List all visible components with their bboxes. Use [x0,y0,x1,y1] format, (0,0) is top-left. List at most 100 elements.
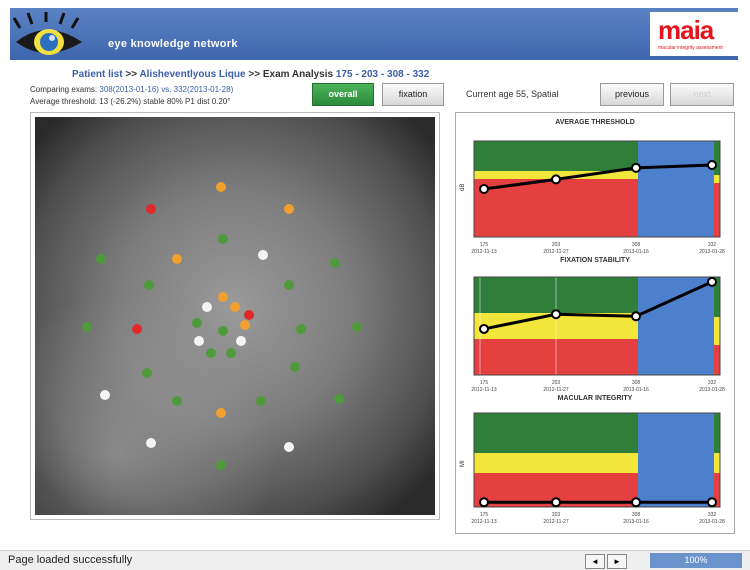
series-point [707,276,717,287]
avg-threshold-chart: dB 1752012-11-132032012-11-273082013-01-… [460,140,725,255]
stimulus-point [218,234,228,244]
brand-name: maia [658,15,714,45]
tick-label: 308 [632,242,641,248]
series-point [707,497,717,508]
brand-sub: macular integrity assessment [658,45,723,51]
date-label: 2013-01-28 [699,249,725,255]
breadcrumb-exam-analysis: Exam Analysis [262,69,334,80]
breadcrumb-patient-list[interactable]: Patient list [72,69,123,80]
previous-button[interactable]: previous [600,83,664,106]
series-point [631,311,641,322]
stimulus-point [194,336,204,346]
stimulus-point [256,396,266,406]
comparing-label: Comparing exams: [30,85,98,94]
current-age: Current age 55, Spatial [466,89,559,99]
date-label: 2012-11-27 [543,249,568,255]
eye-logo-icon [12,12,82,55]
breadcrumb: Patient list >> Alisheventlyous Lique >>… [72,69,429,80]
stimulus-point [284,442,294,452]
series-point [479,184,489,194]
stimulus-point [142,368,152,378]
stimulus-point [218,326,228,336]
avg-threshold-title: AVERAGE THRESHOLD [555,119,635,126]
date-label: 2012-11-27 [543,387,568,393]
comparing-info: Comparing exams: 308(2013-01-16) vs. 332… [30,85,233,94]
series-point [479,497,489,508]
series-point [551,309,561,320]
tick-label: 175 [480,512,489,518]
stimulus-point [218,292,228,302]
breadcrumb-patient-name[interactable]: Alisheventlyous Lique [139,69,245,80]
zoom-level[interactable]: 100% [650,553,742,568]
stimulus-point [258,250,268,260]
stimulus-point [240,320,250,330]
fundus-image-frame [30,112,440,520]
overall-button[interactable]: overall [312,83,374,106]
stimulus-point [206,348,216,358]
series-point [479,323,489,334]
date-label: 2013-01-16 [623,387,649,393]
stimulus-point [82,322,92,332]
nav-prev-button[interactable]: ◄ [585,554,605,569]
tick-label: 332 [708,242,717,248]
date-label: 2012-11-13 [471,249,496,255]
next-button[interactable]: next [670,83,734,106]
date-label: 2012-11-13 [471,387,496,393]
date-label: 2013-01-28 [699,387,725,393]
fixation-button[interactable]: fixation [382,83,444,106]
maia-logo: maia macular integrity assessment [650,12,740,56]
tick-label: 175 [480,380,489,386]
nav-next-button[interactable]: ► [607,554,627,569]
stimulus-point [144,280,154,290]
tick-label: 308 [632,380,641,386]
series-point [551,174,561,185]
threshold-info: Average threshold: 13 (-26.2%) stable 80… [30,97,231,106]
macular-integrity-title: MACULAR INTEGRITY [557,395,633,402]
stimulus-point [226,348,236,358]
tick-label: 332 [708,380,717,386]
stimulus-point [244,310,254,320]
stimulus-point [230,302,240,312]
tick-label: 203 [552,380,561,386]
site-title: eye knowledge network [108,38,238,50]
macular-integrity-chart: MI 1752012-11-13 2032012-11-27 3082013-01-… [460,412,725,525]
stimulus-point [296,324,306,334]
fundus-image[interactable] [35,117,435,515]
tick-label: 203 [552,242,561,248]
stimulus-point [284,280,294,290]
app-header: eye knowledge network maia macular integ… [10,8,740,60]
stimulus-point [216,182,226,192]
series-point [631,497,641,508]
tick-label: 332 [708,512,717,518]
stimulus-point [290,362,300,372]
breadcrumb-exam-ids: 175 - 203 - 308 - 332 [335,69,430,80]
stimulus-point [146,438,156,448]
comparing-value: 308(2013-01-16) vs. 332(2013-01-28) [99,85,234,94]
macular-integrity-ylabel: MI [460,460,466,467]
stimulus-point [96,254,106,264]
breadcrumb-sep: >> [122,69,140,80]
date-label: 2012-11-13 [471,519,496,525]
tick-label: 308 [632,512,641,518]
stimulus-point [146,204,156,214]
series-point [707,160,717,170]
stimulus-point [216,460,226,470]
avg-threshold-ylabel: dB [460,184,466,191]
status-bar: Page loaded successfully ◄ ► 100% [0,550,750,570]
stimulus-point [192,318,202,328]
fixation-stability-title: FIXATION STABILITY [560,257,630,264]
series-point [631,162,641,173]
stimulus-point [236,336,246,346]
fixation-stability-chart: 1752012-11-13 2032012-11-27 3082013-01-16 3… [471,276,725,393]
stimulus-point [100,390,110,400]
tick-label: 175 [480,242,489,248]
tick-label: 203 [552,512,561,518]
date-label: 2012-11-27 [543,519,568,525]
stimulus-point [216,408,226,418]
breadcrumb-sep: >> [245,69,263,80]
date-label: 2013-01-16 [623,519,649,525]
progression-panel: AVERAGE THRESHOLD dB 175 2012-11-13 203 201… [455,112,735,534]
date-label: 2013-01-16 [623,249,649,255]
stimulus-point [172,396,182,406]
stimulus-point [172,254,182,264]
